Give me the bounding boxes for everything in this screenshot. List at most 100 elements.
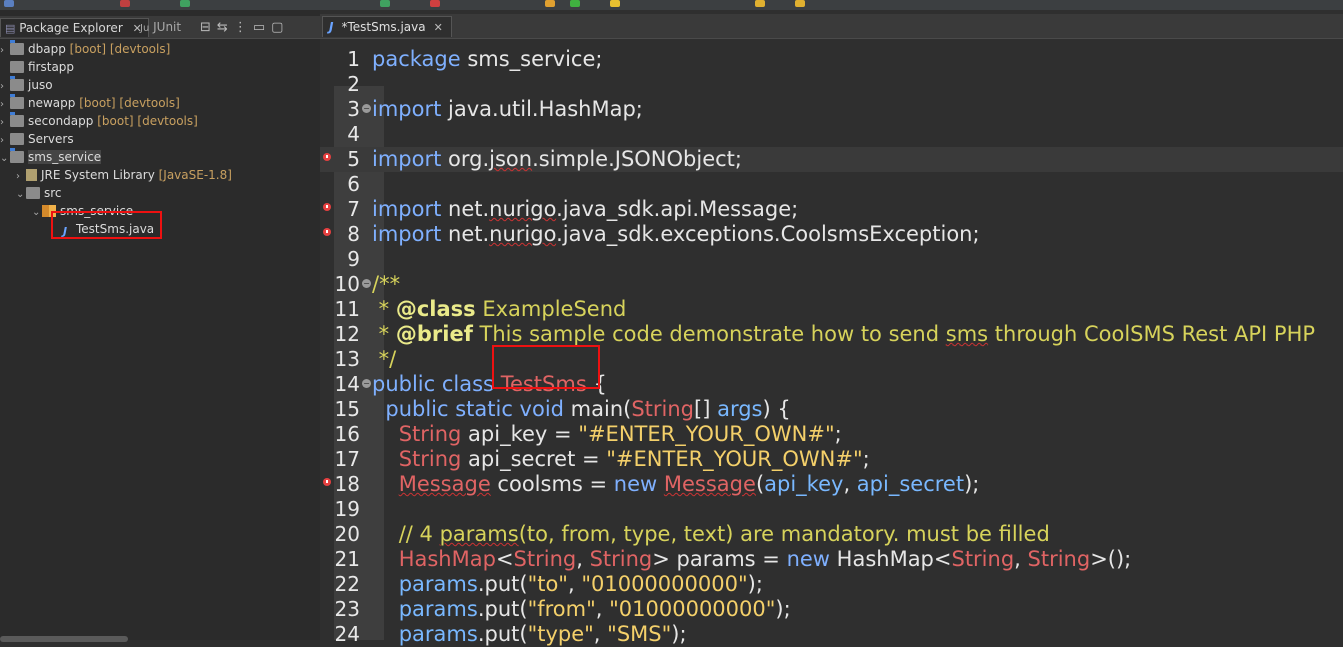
tree-item-label: sms_service (28, 150, 102, 164)
tree-item-label: juso (28, 78, 53, 92)
line-number: 15 (334, 397, 360, 421)
package-explorer-icon: ▤ (5, 22, 16, 35)
tab-testsms-java[interactable]: J *TestSms.java ✕ (322, 16, 452, 37)
tree-item[interactable]: › dbapp [boot] [devtools] (0, 40, 170, 58)
code-line[interactable]: 7 import net.nurigo.java_sdk.api.Message; (320, 197, 1343, 222)
view-menu-icon[interactable]: ⋮ (234, 20, 253, 35)
code-line[interactable]: 8 import net.nurigo.java_sdk.exceptions.C… (320, 222, 1343, 247)
code-text: params.put("type", "SMS"); (398, 622, 687, 646)
tree-item[interactable]: ⌄ src (16, 184, 62, 202)
code-line[interactable]: 6 (320, 172, 1343, 197)
main-toolbar (0, 0, 1343, 10)
tab-junit[interactable]: Ju JUnit (140, 18, 181, 36)
code-line[interactable]: 22 params.put("to", "01000000000"); (320, 572, 1343, 597)
fold-icon[interactable]: − (362, 379, 371, 388)
fold-icon[interactable]: − (362, 279, 371, 288)
tree-item-decoration: [boot] [devtools] (75, 96, 180, 110)
code-line[interactable]: 24 params.put("type", "SMS"); (320, 622, 1343, 647)
code-line[interactable]: 19 (320, 497, 1343, 522)
line-number: 1 (347, 47, 360, 71)
code-line[interactable]: 1 package sms_service; (320, 47, 1343, 72)
fold-icon[interactable]: − (362, 104, 371, 113)
project-icon (10, 148, 24, 163)
code-line[interactable]: 13 */ (320, 347, 1343, 372)
line-number: 22 (334, 572, 360, 596)
link-editor-icon[interactable]: ⇆ (217, 20, 234, 35)
tree-item[interactable]: › juso (0, 76, 53, 94)
maximize-icon[interactable]: ▢ (271, 20, 289, 35)
line-number: 24 (334, 622, 360, 646)
code-line[interactable]: 17 String api_secret = "#ENTER_YOUR_OWN#… (320, 447, 1343, 472)
folder-icon (10, 61, 24, 73)
code-line[interactable]: 10−/** (320, 272, 1343, 297)
tree-item-label: secondapp (28, 114, 94, 128)
project-icon (10, 40, 24, 55)
line-number: 19 (334, 497, 360, 521)
toolbar-icon[interactable] (4, 0, 14, 7)
horizontal-scrollbar[interactable] (0, 636, 128, 642)
tab-package-explorer[interactable]: ▤ Package Explorer ✕ (0, 18, 149, 37)
error-marker-icon[interactable] (323, 228, 331, 239)
line-number: 5 (347, 147, 360, 171)
toolbar-icon[interactable] (610, 0, 620, 7)
code-text: package sms_service; (372, 47, 603, 71)
line-number: 18 (334, 472, 360, 496)
code-line[interactable]: 3− import java.util.HashMap; (320, 97, 1343, 122)
error-marker-icon[interactable] (323, 153, 331, 164)
code-line[interactable]: 14− public class TestSms { (320, 372, 1343, 397)
tree-item[interactable]: › Servers (0, 130, 74, 148)
tree-item-decoration: [JavaSE-1.8] (154, 168, 232, 182)
tree-item-label: Servers (28, 132, 74, 146)
toolbar-icon[interactable] (545, 0, 555, 7)
tree-item[interactable]: › secondapp [boot] [devtools] (0, 112, 198, 130)
tree-item[interactable]: ⌄ sms_service (0, 148, 102, 168)
code-area[interactable]: 1 package sms_service; 2 3− import java.util… (320, 38, 1343, 646)
code-text: params.put("to", "01000000000"); (398, 572, 763, 596)
code-text: import net.nurigo.java_sdk.exceptions.Co… (372, 222, 980, 246)
code-line[interactable]: 18 Message coolsms = new Message(api_key… (320, 472, 1343, 497)
toolbar-icon[interactable] (795, 0, 805, 7)
library-icon (26, 169, 37, 181)
line-number: 14 (334, 372, 360, 396)
toolbar-icon[interactable] (570, 0, 580, 7)
line-number: 13 (334, 347, 360, 371)
toolbar-icon[interactable] (380, 0, 390, 7)
tab-label: Package Explorer (19, 21, 123, 35)
toolbar-icon[interactable] (180, 0, 190, 7)
toolbar-icon[interactable] (430, 0, 440, 7)
tree-item[interactable]: › JRE System Library [JavaSE-1.8] (16, 166, 232, 184)
tree-item[interactable]: firstapp (0, 58, 74, 76)
line-number: 7 (347, 197, 360, 221)
toolbar-icon[interactable] (755, 0, 765, 7)
toolbar-icon[interactable] (120, 0, 130, 7)
view-toolbar: ⊟⇆⋮▭▢ (200, 20, 289, 35)
line-number: 17 (334, 447, 360, 471)
chevron-down-icon[interactable]: ⌄ (0, 150, 10, 168)
code-line[interactable]: 21 HashMap<String, String> params = new … (320, 547, 1343, 572)
code-text: import org.json.simple.JSONObject; (372, 147, 742, 171)
code-line[interactable]: 9 (320, 247, 1343, 272)
error-marker-icon[interactable] (323, 478, 331, 489)
code-line[interactable]: 23 params.put("from", "01000000000"); (320, 597, 1343, 622)
collapse-all-icon[interactable]: ⊟ (200, 20, 217, 35)
code-line[interactable]: 4 (320, 122, 1343, 147)
tree-item-label: newapp (28, 96, 76, 110)
code-line[interactable]: 5 import org.json.simple.JSONObject; (320, 147, 1343, 172)
tab-label: JUnit (153, 20, 182, 34)
close-icon[interactable]: ✕ (434, 21, 443, 34)
tree-item[interactable]: › newapp [boot] [devtools] (0, 94, 180, 112)
code-line[interactable]: 12 * @brief This sample code demonstrate… (320, 322, 1343, 347)
chevron-down-icon[interactable]: ⌄ (16, 186, 26, 204)
chevron-down-icon[interactable]: ⌄ (32, 204, 42, 222)
code-line[interactable]: 2 (320, 72, 1343, 97)
code-line[interactable]: 16 String api_key = "#ENTER_YOUR_OWN#"; (320, 422, 1343, 447)
editor-tab-label: *TestSms.java (341, 20, 426, 34)
code-line[interactable]: 15 public static void main(String[] args… (320, 397, 1343, 422)
line-number: 9 (347, 247, 360, 271)
left-panel-tabs: ▤ Package Explorer ✕ Ju JUnit ⊟⇆⋮▭▢ (0, 16, 320, 39)
minimize-icon[interactable]: ▭ (253, 20, 271, 35)
line-number: 6 (347, 172, 360, 196)
code-line[interactable]: 11 * @class ExampleSend (320, 297, 1343, 322)
error-marker-icon[interactable] (323, 203, 331, 214)
code-line[interactable]: 20 // 4 params(to, from, type, text) are… (320, 522, 1343, 547)
